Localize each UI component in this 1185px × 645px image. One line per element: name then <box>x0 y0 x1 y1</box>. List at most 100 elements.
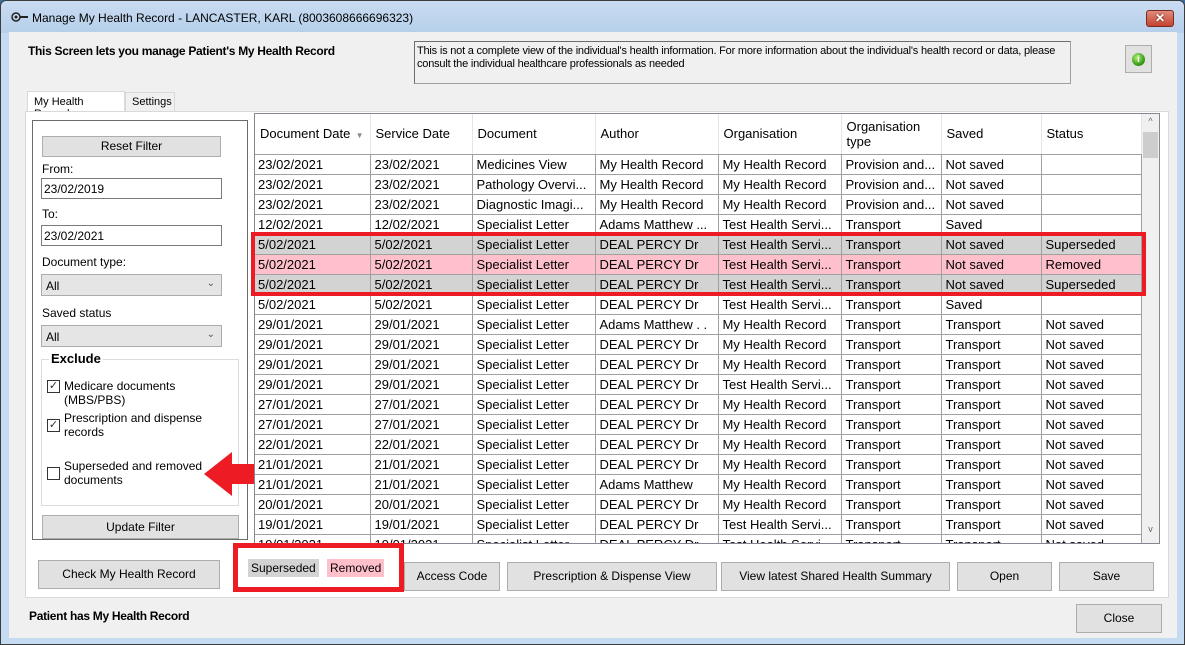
close-button[interactable]: Close <box>1076 604 1162 633</box>
column-header-saved[interactable]: Saved <box>941 114 1042 155</box>
cell-saved: Transport <box>941 474 1042 495</box>
table-row[interactable]: 22/01/2021 22/01/2021 Specialist Letter DEA… <box>255 434 1142 455</box>
column-header-document[interactable]: Document <box>472 114 596 155</box>
table-row[interactable]: 21/01/2021 21/01/2021 Specialist Letter DEA… <box>255 454 1142 475</box>
save-button[interactable]: Save <box>1059 562 1154 591</box>
open-button[interactable]: Open <box>957 562 1052 591</box>
cell-document: Specialist Letter <box>472 254 596 275</box>
table-row[interactable]: 5/02/2021 5/02/2021 Specialist Letter DEAL … <box>255 234 1142 255</box>
table-row[interactable]: 23/02/2021 23/02/2021 Pathology Overvi... M… <box>255 174 1142 195</box>
scrollbar-thumb[interactable] <box>1143 132 1158 158</box>
documents-grid[interactable]: Document Date ▼ Service Date Document Au… <box>254 113 1160 544</box>
tab-my-health-record[interactable]: My Health Record <box>27 91 125 120</box>
column-header-author[interactable]: Author <box>595 114 719 155</box>
cell-saved: Saved <box>941 214 1042 235</box>
scroll-down-icon[interactable]: v <box>1142 524 1159 541</box>
title-bar: Manage My Health Record - LANCASTER, KAR… <box>1 1 1184 33</box>
exclude-superseded-checkbox[interactable] <box>47 467 60 480</box>
grid-vertical-scrollbar[interactable]: ^ v <box>1142 114 1159 543</box>
chevron-down-icon: ⌄ <box>206 278 215 289</box>
cell-service-date: 29/01/2021 <box>370 354 473 375</box>
exclude-prescription-label[interactable]: Prescription and dispense records <box>64 411 234 439</box>
app-key-icon <box>11 12 28 22</box>
table-row[interactable]: 29/01/2021 29/01/2021 Specialist Letter Ada… <box>255 314 1142 335</box>
exclude-prescription-checkbox[interactable]: ✓ <box>47 419 60 432</box>
cell-saved: Transport <box>941 354 1042 375</box>
to-date-input[interactable]: 23/02/2021 <box>41 225 222 246</box>
access-code-button[interactable]: Access Code <box>404 562 500 591</box>
cell-service-date: 29/01/2021 <box>370 334 473 355</box>
table-row[interactable]: 27/01/2021 27/01/2021 Specialist Letter DEA… <box>255 394 1142 415</box>
update-filter-button[interactable]: Update Filter <box>42 515 239 539</box>
table-row[interactable]: 5/02/2021 5/02/2021 Specialist Letter DEAL … <box>255 274 1142 295</box>
cell-service-date: 23/02/2021 <box>370 154 473 175</box>
saved-status-select[interactable]: All ⌄ <box>41 325 222 347</box>
cell-document: Specialist Letter <box>472 374 596 395</box>
document-type-select[interactable]: All ⌄ <box>41 274 222 296</box>
exclude-title: Exclude <box>49 351 103 366</box>
cell-status: Not saved <box>1041 434 1142 455</box>
cell-document: Specialist Letter <box>472 354 596 375</box>
table-row[interactable]: 29/01/2021 29/01/2021 Specialist Letter DEA… <box>255 334 1142 355</box>
checkmark-icon: ✓ <box>48 380 59 392</box>
cell-saved: Transport <box>941 454 1042 475</box>
table-row[interactable]: 29/01/2021 29/01/2021 Specialist Letter DEA… <box>255 374 1142 395</box>
cell-document-date: 29/01/2021 <box>255 314 371 335</box>
table-row[interactable]: 23/02/2021 23/02/2021 Diagnostic Imagi... M… <box>255 194 1142 215</box>
check-my-health-record-button[interactable]: Check My Health Record <box>38 560 220 589</box>
saved-status-label: Saved status <box>42 306 112 320</box>
cell-organisation-type: Transport <box>841 274 942 295</box>
table-row[interactable]: 5/02/2021 5/02/2021 Specialist Letter DEAL … <box>255 254 1142 275</box>
table-row[interactable]: 21/01/2021 21/01/2021 Specialist Letter Ada… <box>255 474 1142 495</box>
table-row[interactable]: 27/01/2021 27/01/2021 Specialist Letter DEA… <box>255 414 1142 435</box>
cell-service-date: 22/01/2021 <box>370 434 473 455</box>
cell-author: Adams Matthew ... <box>595 214 719 235</box>
cell-service-date: 20/01/2021 <box>370 494 473 515</box>
cell-status: Removed <box>1041 254 1142 275</box>
table-row[interactable]: 19/01/2021 19/01/2021 Specialist Letter DEA… <box>255 514 1142 535</box>
legend-removed: Removed <box>327 559 385 577</box>
table-row[interactable]: 29/01/2021 29/01/2021 Specialist Letter DEA… <box>255 354 1142 375</box>
from-date-input[interactable]: 23/02/2019 <box>41 178 222 199</box>
column-header-document-date[interactable]: Document Date ▼ <box>255 114 371 155</box>
cell-organisation: My Health Record <box>718 314 842 335</box>
cell-author: DEAL PERCY Dr <box>595 354 719 375</box>
window-close-button[interactable]: ✕ <box>1146 10 1174 27</box>
cell-document-date: 21/01/2021 <box>255 454 371 475</box>
document-type-value: All <box>46 279 60 293</box>
cell-service-date: 5/02/2021 <box>370 234 473 255</box>
table-row[interactable]: 23/02/2021 23/02/2021 Medicines View My Hea… <box>255 154 1142 175</box>
column-header-service-date[interactable]: Service Date <box>370 114 473 155</box>
info-button[interactable]: i <box>1125 45 1152 73</box>
cell-service-date: 21/01/2021 <box>370 474 473 495</box>
cell-status: Superseded <box>1041 274 1142 295</box>
reset-filter-button[interactable]: Reset Filter <box>42 136 221 157</box>
view-shared-health-summary-button[interactable]: View latest Shared Health Summary <box>721 562 950 591</box>
cell-organisation-type: Provision and... <box>841 154 942 175</box>
cell-service-date: 5/02/2021 <box>370 254 473 275</box>
cell-organisation-type: Provision and... <box>841 174 942 195</box>
prescription-dispense-view-button[interactable]: Prescription & Dispense View <box>507 562 717 591</box>
column-header-label: Document Date <box>260 126 351 142</box>
cell-status <box>1041 154 1142 175</box>
tab-settings[interactable]: Settings <box>125 92 175 112</box>
scroll-up-icon[interactable]: ^ <box>1142 116 1159 133</box>
cell-author: My Health Record <box>595 174 719 195</box>
cell-document-date: 27/01/2021 <box>255 414 371 435</box>
checkmark-icon: ✓ <box>48 419 59 431</box>
cell-service-date: 29/01/2021 <box>370 314 473 335</box>
exclude-superseded-label[interactable]: Superseded and removed documents <box>64 459 224 487</box>
cell-document: Specialist Letter <box>472 514 596 535</box>
column-header-organisation[interactable]: Organisation <box>718 114 842 155</box>
cell-service-date: 23/02/2021 <box>370 194 473 215</box>
exclude-medicare-label[interactable]: Medicare documents (MBS/PBS) <box>64 379 238 407</box>
table-row[interactable]: 5/02/2021 5/02/2021 Specialist Letter DEAL … <box>255 294 1142 315</box>
table-row[interactable]: 12/02/2021 12/02/2021 Specialist Letter Ada… <box>255 214 1142 235</box>
cell-saved: Not saved <box>941 274 1042 295</box>
column-header-status[interactable]: Status <box>1041 114 1142 155</box>
exclude-medicare-checkbox[interactable]: ✓ <box>47 380 60 393</box>
manage-mhr-window: Manage My Health Record - LANCASTER, KAR… <box>0 0 1185 645</box>
table-row[interactable]: 20/01/2021 20/01/2021 Specialist Letter DEA… <box>255 494 1142 515</box>
column-header-organisation-type[interactable]: Organisation type <box>841 114 942 155</box>
cell-saved: Transport <box>941 534 1042 543</box>
